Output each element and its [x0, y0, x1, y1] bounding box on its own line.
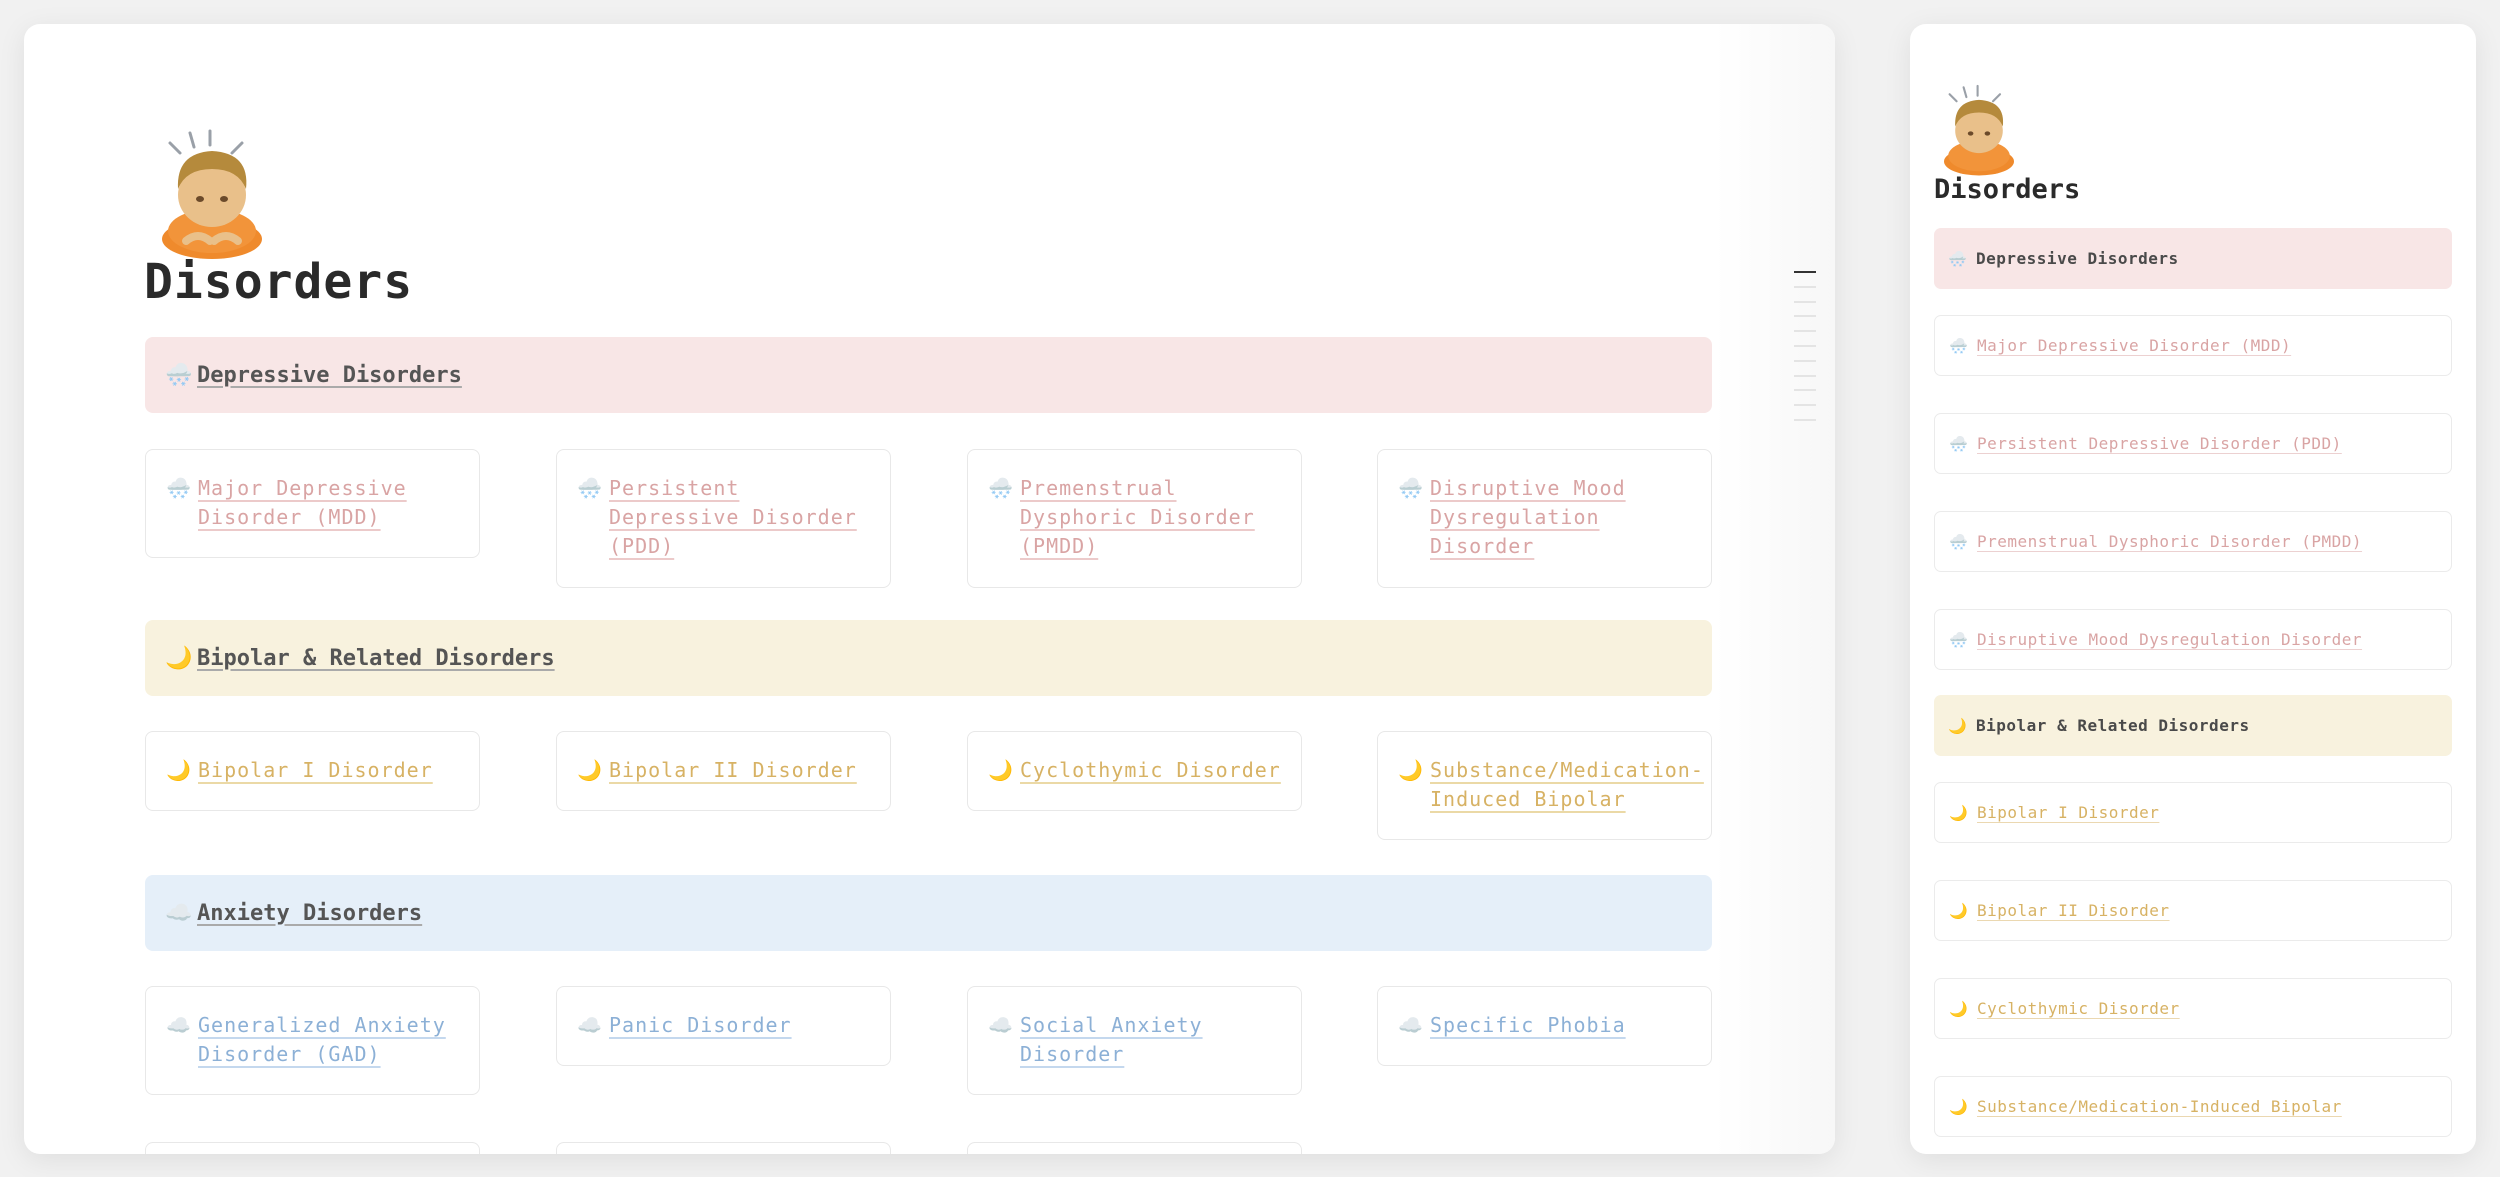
- card-gad[interactable]: ☁️ Generalized Anxiety Disorder (GAD): [145, 986, 480, 1095]
- snow-cloud-icon: 🌨️: [1949, 336, 1968, 355]
- card-substance-bipolar[interactable]: 🌙 Substance/Medication-Induced Bipolar: [1377, 731, 1712, 840]
- snow-cloud-icon: 🌨️: [1949, 532, 1968, 551]
- crescent-moon-icon: 🌙: [165, 645, 193, 671]
- card-bipolar-2[interactable]: 🌙 Bipolar II Disorder: [556, 731, 891, 811]
- card-panic[interactable]: ☁️ Panic Disorder: [556, 986, 891, 1066]
- mobile-preview-panel: Disorders 🌨️ Depressive Disorders 🌨️ Major …: [1910, 24, 2476, 1154]
- cloud-icon: ☁️: [577, 1013, 602, 1037]
- side-row-label[interactable]: Persistent Depressive Disorder (PDD): [1977, 434, 2342, 453]
- crescent-moon-icon: 🌙: [1948, 716, 1967, 735]
- section-header-bipolar[interactable]: 🌙 Bipolar & Related Disorders: [145, 620, 1712, 696]
- toc-tick[interactable]: [1794, 271, 1816, 273]
- cloud-icon: ☁️: [165, 900, 193, 926]
- card-label[interactable]: Bipolar I Disorder: [198, 756, 433, 785]
- card-label[interactable]: Major Depressive Disorder (MDD): [198, 474, 459, 532]
- card-cyclothymic[interactable]: 🌙 Cyclothymic Disorder: [967, 731, 1302, 811]
- side-list-item[interactable]: 🌨️ Persistent Depressive Disorder (PDD): [1934, 413, 2452, 474]
- side-row-label[interactable]: Bipolar I Disorder: [1977, 803, 2159, 822]
- toc-tick[interactable]: [1794, 418, 1816, 421]
- snow-cloud-icon: 🌨️: [1948, 249, 1967, 268]
- person-bowing-emoji-icon: [162, 129, 262, 259]
- side-list-item[interactable]: 🌙 Bipolar II Disorder: [1934, 880, 2452, 941]
- card-label[interactable]: Persistent Depressive Disorder (PDD): [609, 474, 870, 561]
- cloud-icon: ☁️: [988, 1013, 1013, 1037]
- toc-tick[interactable]: [1794, 389, 1816, 392]
- side-row-label: Bipolar & Related Disorders: [1976, 716, 2250, 735]
- crescent-moon-icon: 🌙: [1398, 758, 1423, 782]
- card-label[interactable]: Disruptive Mood Dysregulation Disorder: [1430, 474, 1691, 561]
- toc-tick[interactable]: [1794, 344, 1816, 347]
- table-of-contents-rail[interactable]: [1794, 271, 1816, 434]
- toc-tick[interactable]: [1794, 404, 1816, 407]
- cloud-icon: ☁️: [166, 1013, 191, 1037]
- card-dmdd[interactable]: 🌨️ Disruptive Mood Dysregulation Disorde…: [1377, 449, 1712, 588]
- section-header-depressive[interactable]: 🌨️ Depressive Disorders: [145, 337, 1712, 413]
- toc-tick[interactable]: [1794, 359, 1816, 362]
- snow-cloud-icon: 🌨️: [1949, 630, 1968, 649]
- side-row-label[interactable]: Cyclothymic Disorder: [1977, 999, 2180, 1018]
- main-page-panel: Disorders 🌨️ Depressive Disorders 🌨️ Maj…: [24, 24, 1835, 1154]
- side-row-label: Depressive Disorders: [1976, 249, 2179, 268]
- crescent-moon-icon: 🌙: [577, 758, 602, 782]
- card-social-anxiety[interactable]: ☁️ Social Anxiety Disorder: [967, 986, 1302, 1095]
- section-header-anxiety[interactable]: ☁️ Anxiety Disorders: [145, 875, 1712, 951]
- card-label[interactable]: Cyclothymic Disorder: [1020, 756, 1281, 785]
- section-header-label: Bipolar & Related Disorders: [197, 645, 555, 671]
- cloud-icon: ☁️: [1398, 1013, 1423, 1037]
- person-bowing-emoji-icon: [1944, 84, 2014, 176]
- crescent-moon-icon: 🌙: [1949, 999, 1968, 1018]
- toc-tick[interactable]: [1794, 330, 1816, 333]
- card-label[interactable]: Specific Phobia: [1430, 1011, 1626, 1040]
- side-list-item[interactable]: 🌙 Cyclothymic Disorder: [1934, 978, 2452, 1039]
- side-section-header[interactable]: 🌨️ Depressive Disorders: [1934, 228, 2452, 289]
- snow-cloud-icon: 🌨️: [1398, 476, 1423, 500]
- page-title: Disorders: [1934, 174, 2081, 205]
- edge-fade: [1715, 24, 1835, 1154]
- section-header-label: Depressive Disorders: [197, 362, 462, 388]
- toc-tick[interactable]: [1794, 315, 1816, 318]
- card-label[interactable]: Social Anxiety Disorder: [1020, 1011, 1281, 1069]
- side-row-label[interactable]: Bipolar II Disorder: [1977, 901, 2170, 920]
- card-partial[interactable]: [556, 1142, 891, 1154]
- toc-tick[interactable]: [1794, 374, 1816, 377]
- side-list-item[interactable]: 🌨️ Disruptive Mood Dysregulation Disorder: [1934, 609, 2452, 670]
- crescent-moon-icon: 🌙: [1949, 803, 1968, 822]
- card-pmdd[interactable]: 🌨️ Premenstrual Dysphoric Disorder (PMDD…: [967, 449, 1302, 588]
- card-mdd[interactable]: 🌨️ Major Depressive Disorder (MDD): [145, 449, 480, 558]
- card-specific-phobia[interactable]: ☁️ Specific Phobia: [1377, 986, 1712, 1066]
- crescent-moon-icon: 🌙: [988, 758, 1013, 782]
- snow-cloud-icon: 🌨️: [577, 476, 602, 500]
- crescent-moon-icon: 🌙: [1949, 901, 1968, 920]
- toc-tick[interactable]: [1794, 300, 1816, 303]
- side-list-item[interactable]: 🌨️ Premenstrual Dysphoric Disorder (PMDD): [1934, 511, 2452, 572]
- snow-cloud-icon: 🌨️: [165, 362, 193, 388]
- card-label[interactable]: Bipolar II Disorder: [609, 756, 857, 785]
- toc-tick[interactable]: [1794, 285, 1816, 288]
- section-header-label: Anxiety Disorders: [197, 900, 423, 926]
- card-pdd[interactable]: 🌨️ Persistent Depressive Disorder (PDD): [556, 449, 891, 588]
- side-row-label[interactable]: Substance/Medication-Induced Bipolar: [1977, 1097, 2342, 1116]
- card-partial[interactable]: [145, 1142, 480, 1154]
- crescent-moon-icon: 🌙: [1949, 1097, 1968, 1116]
- side-list-item[interactable]: 🌙 Substance/Medication-Induced Bipolar: [1934, 1076, 2452, 1137]
- page-title: Disorders: [144, 254, 414, 310]
- side-row-label[interactable]: Disruptive Mood Dysregulation Disorder: [1977, 630, 2362, 649]
- side-list-item[interactable]: 🌨️ Major Depressive Disorder (MDD): [1934, 315, 2452, 376]
- card-partial[interactable]: [967, 1142, 1302, 1154]
- card-label[interactable]: Substance/Medication-Induced Bipolar: [1430, 756, 1704, 814]
- side-row-label[interactable]: Major Depressive Disorder (MDD): [1977, 336, 2291, 355]
- side-section-header[interactable]: 🌙 Bipolar & Related Disorders: [1934, 695, 2452, 756]
- card-label[interactable]: Panic Disorder: [609, 1011, 792, 1040]
- side-list-item[interactable]: 🌙 Bipolar I Disorder: [1934, 782, 2452, 843]
- crescent-moon-icon: 🌙: [166, 758, 191, 782]
- snow-cloud-icon: 🌨️: [166, 476, 191, 500]
- card-label[interactable]: Premenstrual Dysphoric Disorder (PMDD): [1020, 474, 1281, 561]
- card-label[interactable]: Generalized Anxiety Disorder (GAD): [198, 1011, 459, 1069]
- snow-cloud-icon: 🌨️: [988, 476, 1013, 500]
- card-bipolar-1[interactable]: 🌙 Bipolar I Disorder: [145, 731, 480, 811]
- side-row-label[interactable]: Premenstrual Dysphoric Disorder (PMDD): [1977, 532, 2362, 551]
- snow-cloud-icon: 🌨️: [1949, 434, 1968, 453]
